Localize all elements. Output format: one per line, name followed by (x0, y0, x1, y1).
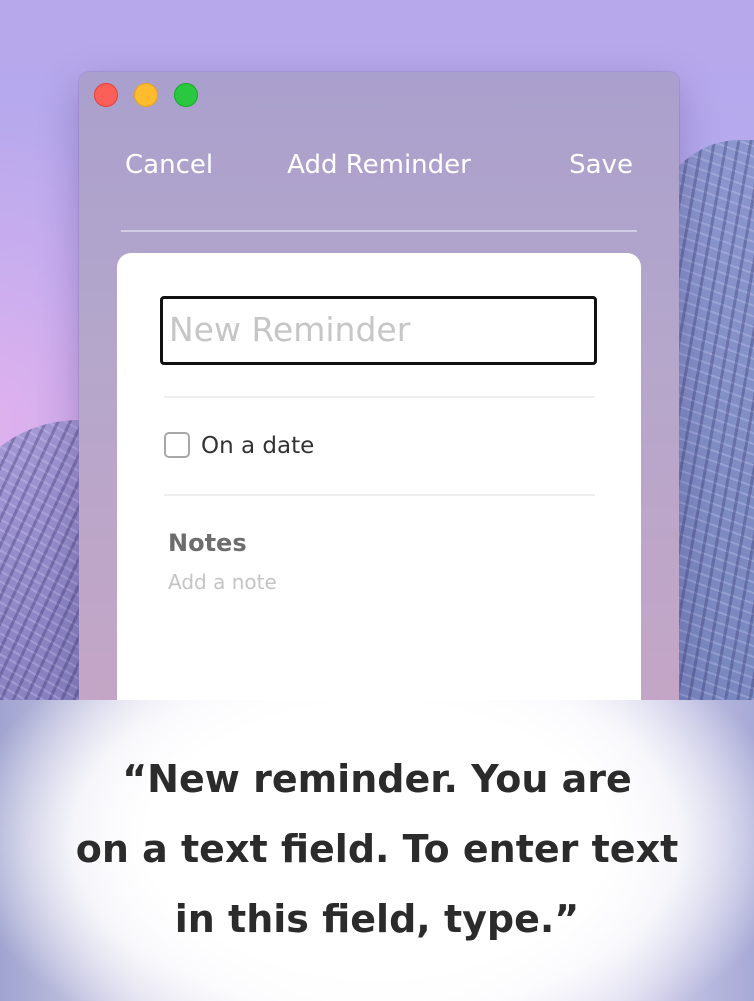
reminder-form-card: On a date Notes Add a note (117, 253, 641, 712)
voiceover-caption-panel: “New reminder. You are on a text field. … (0, 700, 754, 1001)
add-reminder-window: Add Reminder Cancel Save On a date Notes… (79, 72, 679, 712)
zoom-icon[interactable] (174, 83, 198, 107)
notes-heading: Notes (168, 529, 247, 557)
reminder-title-input[interactable] (163, 299, 595, 359)
close-icon[interactable] (94, 83, 118, 107)
on-a-date-label[interactable]: On a date (201, 431, 314, 461)
reminder-title-field[interactable] (160, 296, 597, 365)
notes-field[interactable]: Add a note (168, 569, 277, 595)
checkbox-icon[interactable] (164, 432, 190, 458)
voiceover-caption: “New reminder. You are on a text field. … (75, 757, 679, 941)
cancel-button[interactable]: Cancel (125, 148, 213, 182)
form-divider (164, 494, 595, 496)
minimize-icon[interactable] (134, 83, 158, 107)
toolbar-divider (121, 230, 637, 232)
save-button[interactable]: Save (569, 148, 633, 182)
form-divider (164, 396, 595, 398)
